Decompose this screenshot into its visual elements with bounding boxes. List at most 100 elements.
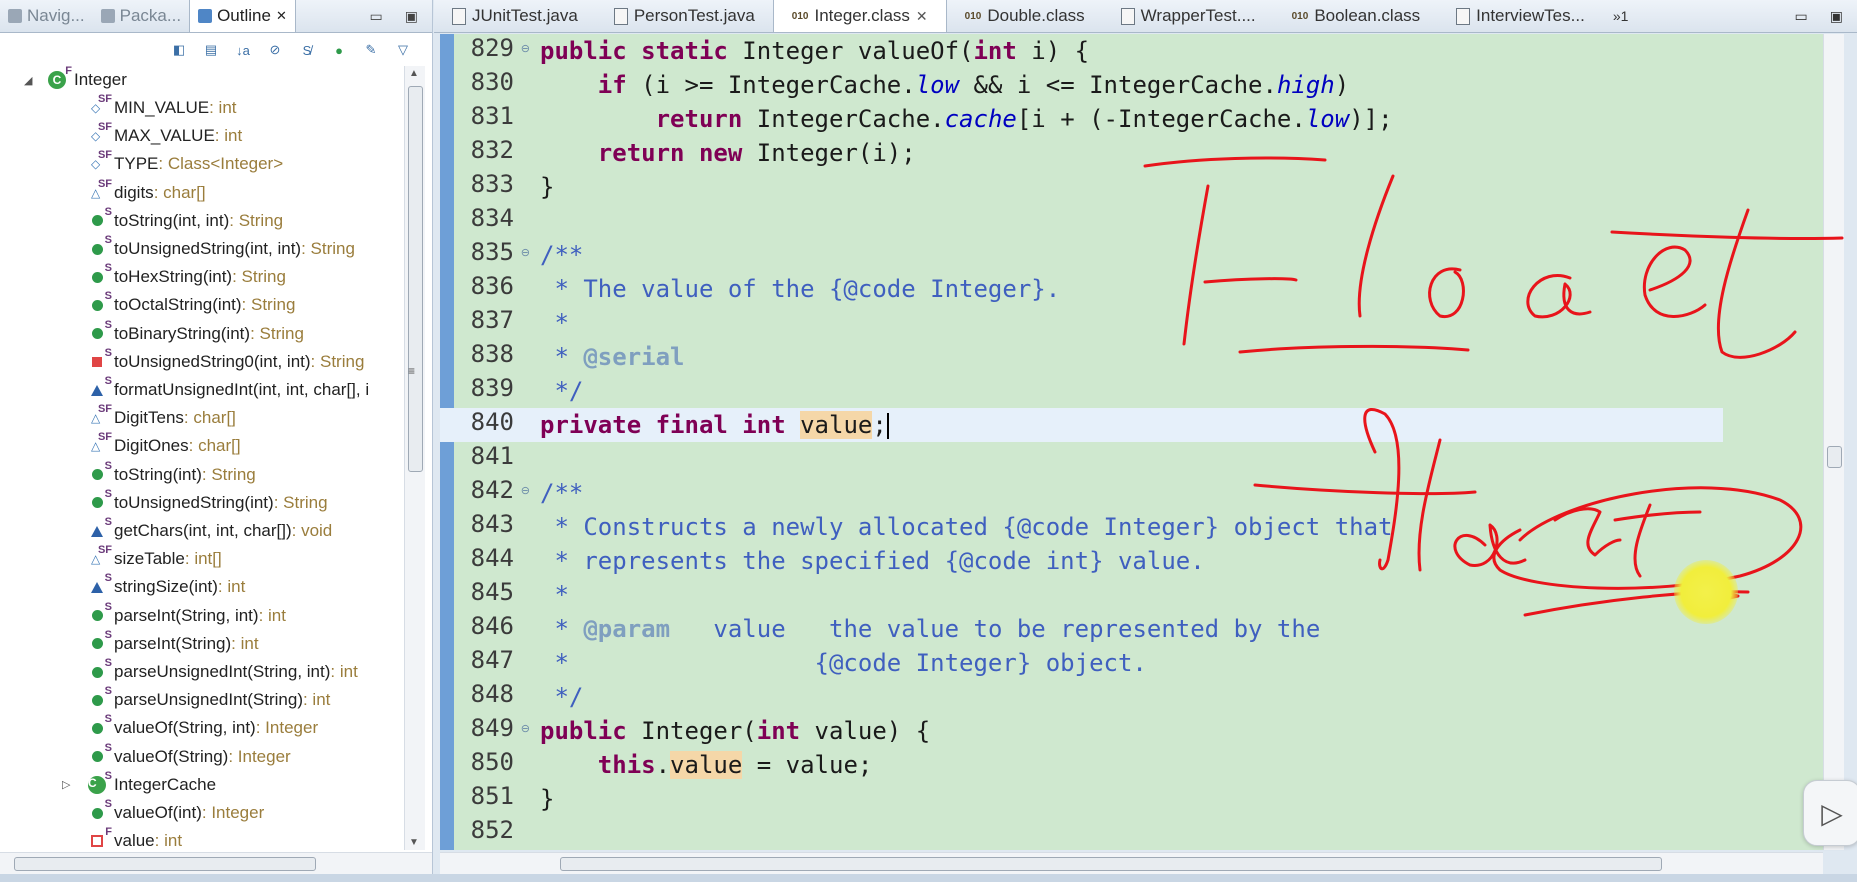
tree-item[interactable]: StoHexString(int) : String — [86, 262, 286, 291]
code-token: */ — [540, 683, 584, 711]
scroll-thumb[interactable] — [14, 857, 316, 871]
line-number: 839 — [470, 374, 514, 402]
tree-item[interactable]: StoOctalString(int) : String — [86, 290, 295, 319]
tree-item[interactable]: ◇ SF MAX_VALUE : int — [86, 121, 243, 150]
view-tab-navig[interactable]: Navig... — [0, 0, 93, 32]
public-method-icon — [91, 243, 103, 255]
view-tab-packa[interactable]: Packa... — [93, 0, 189, 32]
modifier-badge: S — [104, 769, 112, 782]
code-token: = value; — [742, 751, 873, 779]
fold-toggle-icon[interactable]: ⊖ — [521, 484, 530, 497]
tree-item[interactable]: StoUnsignedString(int, int) : String — [86, 234, 355, 263]
line-number: 829 — [470, 34, 514, 62]
tree-item[interactable]: SparseInt(String, int) : int — [86, 601, 286, 630]
hide-nonpublic-icon[interactable]: ⊘ — [266, 41, 284, 59]
tree-item[interactable]: SstringSize(int) : int — [86, 572, 245, 601]
member-icon: S — [86, 234, 112, 258]
scroll-down-icon[interactable]: ▼ — [409, 837, 419, 848]
tree-item[interactable]: △ SF digits : char[] — [86, 178, 206, 207]
maximize-icon[interactable]: ▣ — [1830, 8, 1843, 25]
tree-item[interactable]: SvalueOf(String) : Integer — [86, 742, 291, 771]
collapsed-twisty-icon[interactable]: ▷ — [62, 778, 72, 791]
tree-item[interactable]: Fvalue : int — [86, 826, 183, 850]
tree-item-type: : int — [154, 831, 183, 850]
code-area[interactable]: public static Integer valueOf(int i) { i… — [540, 34, 1823, 850]
minimize-icon[interactable]: ▭ — [1795, 8, 1808, 25]
tree-item[interactable]: △ SF DigitOnes : char[] — [86, 431, 241, 460]
tree-item-type: : int — [214, 126, 243, 146]
maximize-icon[interactable]: ▣ — [405, 8, 418, 25]
code-token: ) — [1334, 71, 1350, 99]
hide-local-icon[interactable]: ● — [330, 41, 348, 59]
hide-fields-icon[interactable]: ◧ — [170, 41, 188, 59]
code-editor[interactable]: 829 ⊖ 830 831 832 833 834 835 ⊖ 836 837 838 839 840 84… — [440, 34, 1823, 850]
view-tab-outline[interactable]: Outline ✕ — [189, 0, 296, 32]
tree-item[interactable]: ▷ C S IntegerCache — [62, 769, 216, 799]
hide-static-icon[interactable]: ▤ — [202, 41, 220, 59]
hide-static-members-icon[interactable]: S̸ — [298, 41, 316, 59]
code-token: public — [540, 717, 642, 745]
scroll-thumb[interactable] — [408, 86, 423, 472]
tree-item[interactable]: StoString(int, int) : String — [86, 206, 283, 235]
expanded-twisty-icon[interactable]: ◢ — [24, 74, 34, 87]
editor-tab[interactable]: 010 Boolean.class — [1274, 0, 1439, 32]
editor-vertical-scrollbar[interactable] — [1823, 34, 1844, 850]
tree-item[interactable]: ◇ SF MIN_VALUE : int — [86, 93, 237, 122]
tree-item[interactable]: SparseUnsignedInt(String, int) : int — [86, 657, 358, 686]
editor-tab[interactable]: JUnitTest.java — [434, 0, 596, 32]
minimize-icon[interactable]: ▭ — [370, 8, 383, 25]
fold-toggle-icon[interactable]: ⊖ — [521, 722, 530, 735]
code-token: } — [540, 785, 555, 813]
editor-tab[interactable]: PersonTest.java — [596, 0, 773, 32]
tree-item[interactable]: StoUnsignedString(int) : String — [86, 488, 328, 517]
editor-tab[interactable]: 010 Integer.class ✕ — [772, 0, 947, 32]
video-play-button[interactable]: ▷ — [1803, 780, 1857, 846]
code-token: . — [655, 751, 671, 779]
public-method-icon — [91, 666, 103, 678]
tree-item[interactable]: StoUnsignedString0(int, int) : String — [86, 347, 364, 376]
focus-icon[interactable]: ✎ — [362, 41, 380, 59]
line-number: 831 — [470, 102, 514, 130]
fold-toggle-icon[interactable]: ⊖ — [521, 42, 530, 55]
tree-item[interactable]: ◇ SF TYPE : Class<Integer> — [86, 149, 283, 178]
scroll-thumb[interactable] — [560, 857, 1662, 871]
code-line: */ — [540, 374, 583, 408]
code-token: * — [540, 343, 584, 371]
view-menu-icon[interactable]: ▽ — [394, 41, 412, 59]
tree-item[interactable]: SformatUnsignedInt(int, int, char[], i — [86, 375, 369, 404]
line-number: 838 — [470, 340, 514, 368]
editor-tab[interactable]: 010 Double.class — [947, 0, 1103, 32]
tree-item[interactable]: StoString(int) : String — [86, 460, 256, 489]
sort-icon[interactable]: ↓a — [234, 41, 252, 59]
tree-item-type: : int — [209, 98, 237, 117]
outline-horizontal-scrollbar[interactable] — [0, 852, 432, 875]
public-method-icon — [91, 215, 103, 227]
tree-root-integer[interactable]: ◢ C F Integer — [24, 66, 127, 94]
editor-tab[interactable]: InterviewTes... — [1438, 0, 1603, 32]
tree-item-label: valueOf(String) — [114, 746, 229, 766]
editor-horizontal-scrollbar[interactable] — [440, 852, 1823, 875]
tree-item[interactable]: SparseUnsignedInt(String) : int — [86, 685, 330, 714]
tree-item[interactable]: SvalueOf(int) : Integer — [86, 798, 264, 827]
close-icon[interactable]: ✕ — [276, 8, 287, 24]
tree-item[interactable]: SparseInt(String) : int — [86, 629, 259, 658]
modifier-badge: S — [104, 234, 112, 246]
tree-item[interactable]: StoBinaryString(int) : String — [86, 319, 304, 348]
close-icon[interactable]: ✕ — [916, 8, 928, 25]
editor-tab[interactable]: WrapperTest.... — [1103, 0, 1274, 32]
tree-item[interactable]: △ SF sizeTable : int[] — [86, 544, 222, 573]
final-modifier: F — [65, 66, 72, 77]
tree-item[interactable]: SvalueOf(String, int) : Integer — [86, 713, 318, 742]
scroll-up-icon[interactable]: ▲ — [409, 68, 419, 79]
outline-vertical-scrollbar[interactable]: ▲ ≡ ▼ — [404, 66, 425, 850]
member-icon: ◇ SF — [86, 121, 112, 145]
play-icon[interactable]: ▷ — [1821, 797, 1843, 830]
scroll-thumb[interactable] — [1827, 446, 1842, 468]
modifier-badge: S — [104, 516, 112, 528]
tree-item[interactable]: SgetChars(int, int, char[]) : void — [86, 516, 332, 545]
member-icon: S — [86, 685, 112, 709]
modifier-badge: SF — [97, 403, 112, 416]
more-tabs-button[interactable]: »1 — [1613, 8, 1629, 24]
tree-item[interactable]: △ SF DigitTens : char[] — [86, 403, 236, 432]
fold-toggle-icon[interactable]: ⊖ — [521, 246, 530, 259]
